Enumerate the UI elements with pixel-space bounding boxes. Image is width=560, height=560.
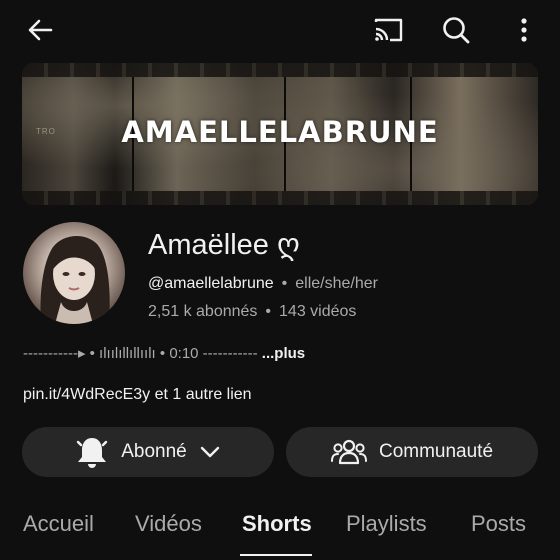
channel-page: TRO AMAELLELABRUNE Amaëllee ღ @amaellela… bbox=[0, 0, 560, 560]
community-button[interactable]: Communauté bbox=[286, 427, 538, 477]
tab-shorts[interactable]: Shorts bbox=[242, 511, 312, 537]
channel-tabs: Accueil Vidéos Shorts Playlists Posts bbox=[0, 500, 560, 560]
channel-name: Amaëllee ღ bbox=[148, 229, 300, 261]
description-text: -----------▸ • ılıılıllıllıılı • 0:10 --… bbox=[23, 345, 258, 362]
subscribed-label: Abonné bbox=[121, 441, 187, 462]
channel-links[interactable]: pin.it/4WdRecE3y et 1 autre lien bbox=[23, 386, 252, 404]
film-strip-top bbox=[22, 63, 538, 77]
arrow-left-icon[interactable] bbox=[20, 10, 60, 50]
handle-row: @amaellelabrune • elle/she/her bbox=[148, 275, 378, 293]
subscriber-count: 2,51 k abonnés bbox=[148, 303, 258, 320]
more-link[interactable]: ...plus bbox=[262, 345, 305, 362]
search-icon[interactable] bbox=[436, 10, 476, 50]
community-label: Communauté bbox=[378, 441, 494, 462]
tab-accueil[interactable]: Accueil bbox=[23, 511, 94, 537]
active-tab-indicator bbox=[240, 554, 312, 556]
tab-posts[interactable]: Posts bbox=[471, 511, 526, 537]
film-strip-bottom bbox=[22, 191, 538, 205]
stats-row: 2,51 k abonnés • 143 vidéos bbox=[148, 303, 356, 321]
top-app-bar bbox=[0, 0, 560, 60]
people-icon bbox=[330, 439, 367, 465]
channel-banner: TRO AMAELLELABRUNE bbox=[22, 63, 538, 205]
video-count: 143 vidéos bbox=[279, 303, 357, 320]
more-vertical-icon[interactable] bbox=[504, 10, 544, 50]
channel-description[interactable]: -----------▸ • ılıılıllıllıılı • 0:10 --… bbox=[23, 344, 305, 362]
separator-dot: • bbox=[265, 303, 272, 320]
tab-videos[interactable]: Vidéos bbox=[135, 511, 202, 537]
channel-handle: @amaellelabrune bbox=[148, 275, 274, 292]
avatar[interactable] bbox=[23, 222, 125, 324]
avatar-portrait-icon bbox=[40, 236, 110, 324]
cast-icon[interactable] bbox=[368, 10, 408, 50]
separator-dot: • bbox=[281, 275, 288, 292]
banner-title: AMAELLELABRUNE bbox=[121, 115, 439, 149]
tab-playlists[interactable]: Playlists bbox=[346, 511, 427, 537]
pronouns: elle/she/her bbox=[295, 275, 378, 292]
chevron-down-icon bbox=[200, 446, 219, 458]
bell-icon bbox=[77, 438, 108, 468]
subscribed-button[interactable]: Abonné bbox=[22, 427, 274, 477]
